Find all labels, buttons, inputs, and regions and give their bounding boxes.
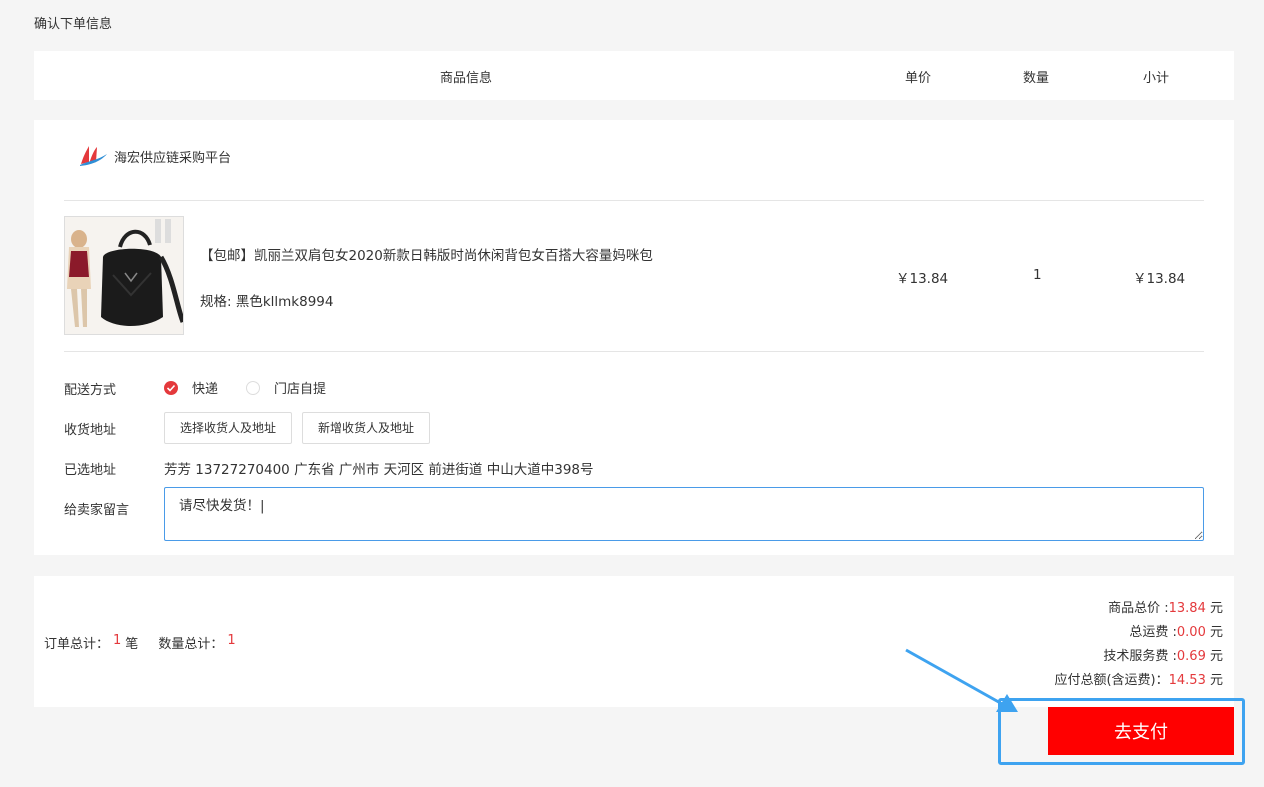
header-unit-price: 单价 <box>905 71 932 86</box>
product-name[interactable]: 【包邮】凯丽兰双肩包女2020新款日韩版时尚休闲背包女百搭大容量妈咪包 <box>200 244 653 264</box>
amount-due-row: 应付总额(含运费)：14.53 元 <box>1054 669 1223 693</box>
selected-address-label: 已选地址 <box>64 463 117 478</box>
selected-address: 芳芳 13727270400 广东省 广州市 天河区 前进街道 中山大道中398… <box>164 462 594 478</box>
radio-store-pickup[interactable] <box>246 380 261 395</box>
amount-due-label: 应付总额(含运费)： <box>1054 673 1169 688</box>
qty-total-label: 数量总计： <box>158 637 224 652</box>
store-row[interactable]: 海宏供应链采购平台 <box>78 144 231 168</box>
qty-total-value: 1 <box>227 633 236 648</box>
order-total-label: 订单总计： <box>44 637 110 652</box>
currency-unit: 元 <box>1209 601 1223 616</box>
product-quantity: 1 <box>1033 267 1042 283</box>
shipping-label: 配送方式 <box>64 383 117 398</box>
new-address-button[interactable]: 新增收货人及地址 <box>302 412 430 444</box>
seller-message-input[interactable] <box>164 487 1204 541</box>
table-header: 商品信息 单价 数量 小计 <box>34 51 1234 100</box>
currency-unit: 元 <box>1209 649 1223 664</box>
order-unit: 笔 <box>125 637 139 652</box>
product-image[interactable] <box>64 216 184 335</box>
order-total-value: 1 <box>113 633 122 648</box>
store-logo-icon <box>80 146 107 166</box>
shipping-total-label: 总运费 : <box>1129 625 1177 640</box>
shipping-total-row: 总运费 :0.00 元 <box>1054 621 1223 645</box>
shipping-options: 快递 门店自提 <box>164 378 354 397</box>
currency-unit: 元 <box>1209 673 1223 688</box>
page-title: 确认下单信息 <box>34 17 113 32</box>
goods-total-row: 商品总价 :13.84 元 <box>1054 597 1223 621</box>
service-fee-row: 技术服务费 :0.69 元 <box>1054 645 1223 669</box>
radio-store-pickup-label[interactable]: 门店自提 <box>274 378 326 397</box>
divider <box>64 351 1204 352</box>
goods-total-label: 商品总价 : <box>1108 601 1169 616</box>
product-subtotal: ￥13.84 <box>1133 271 1186 287</box>
product-spec: 规格: 黑色kllmk8994 <box>200 294 334 310</box>
order-count-summary: 订单总计： 1 笔 数量总计： 1 <box>44 633 240 652</box>
currency-unit: 元 <box>1209 625 1223 640</box>
address-label: 收货地址 <box>64 423 117 438</box>
shipping-total-value: 0.00 <box>1176 625 1206 640</box>
radio-express[interactable] <box>164 380 178 395</box>
order-summary: 订单总计： 1 笔 数量总计： 1 商品总价 :13.84 元 总运费 :0.0… <box>34 576 1234 707</box>
price-breakdown: 商品总价 :13.84 元 总运费 :0.00 元 技术服务费 :0.69 元 … <box>1054 597 1223 693</box>
divider <box>64 200 1204 201</box>
amount-due-value: 14.53 <box>1168 673 1206 688</box>
service-fee-value: 0.69 <box>1176 649 1206 664</box>
check-icon <box>166 384 176 392</box>
header-quantity: 数量 <box>1023 71 1050 86</box>
product-unit-price: ￥13.84 <box>896 271 949 287</box>
header-subtotal: 小计 <box>1143 71 1170 86</box>
pay-button[interactable]: 去支付 <box>1048 707 1234 755</box>
goods-total-value: 13.84 <box>1168 601 1206 616</box>
service-fee-label: 技术服务费 : <box>1103 649 1177 664</box>
header-product-info: 商品信息 <box>440 71 493 86</box>
backpack-image-icon <box>65 217 183 334</box>
order-card: 海宏供应链采购平台 【包邮】凯丽兰双肩包女2020新款日韩版时尚休闲背包女百搭大… <box>34 120 1234 555</box>
store-name[interactable]: 海宏供应链采购平台 <box>114 147 231 166</box>
radio-express-label[interactable]: 快递 <box>192 378 218 397</box>
choose-address-button[interactable]: 选择收货人及地址 <box>164 412 292 444</box>
seller-message-label: 给卖家留言 <box>64 503 130 518</box>
